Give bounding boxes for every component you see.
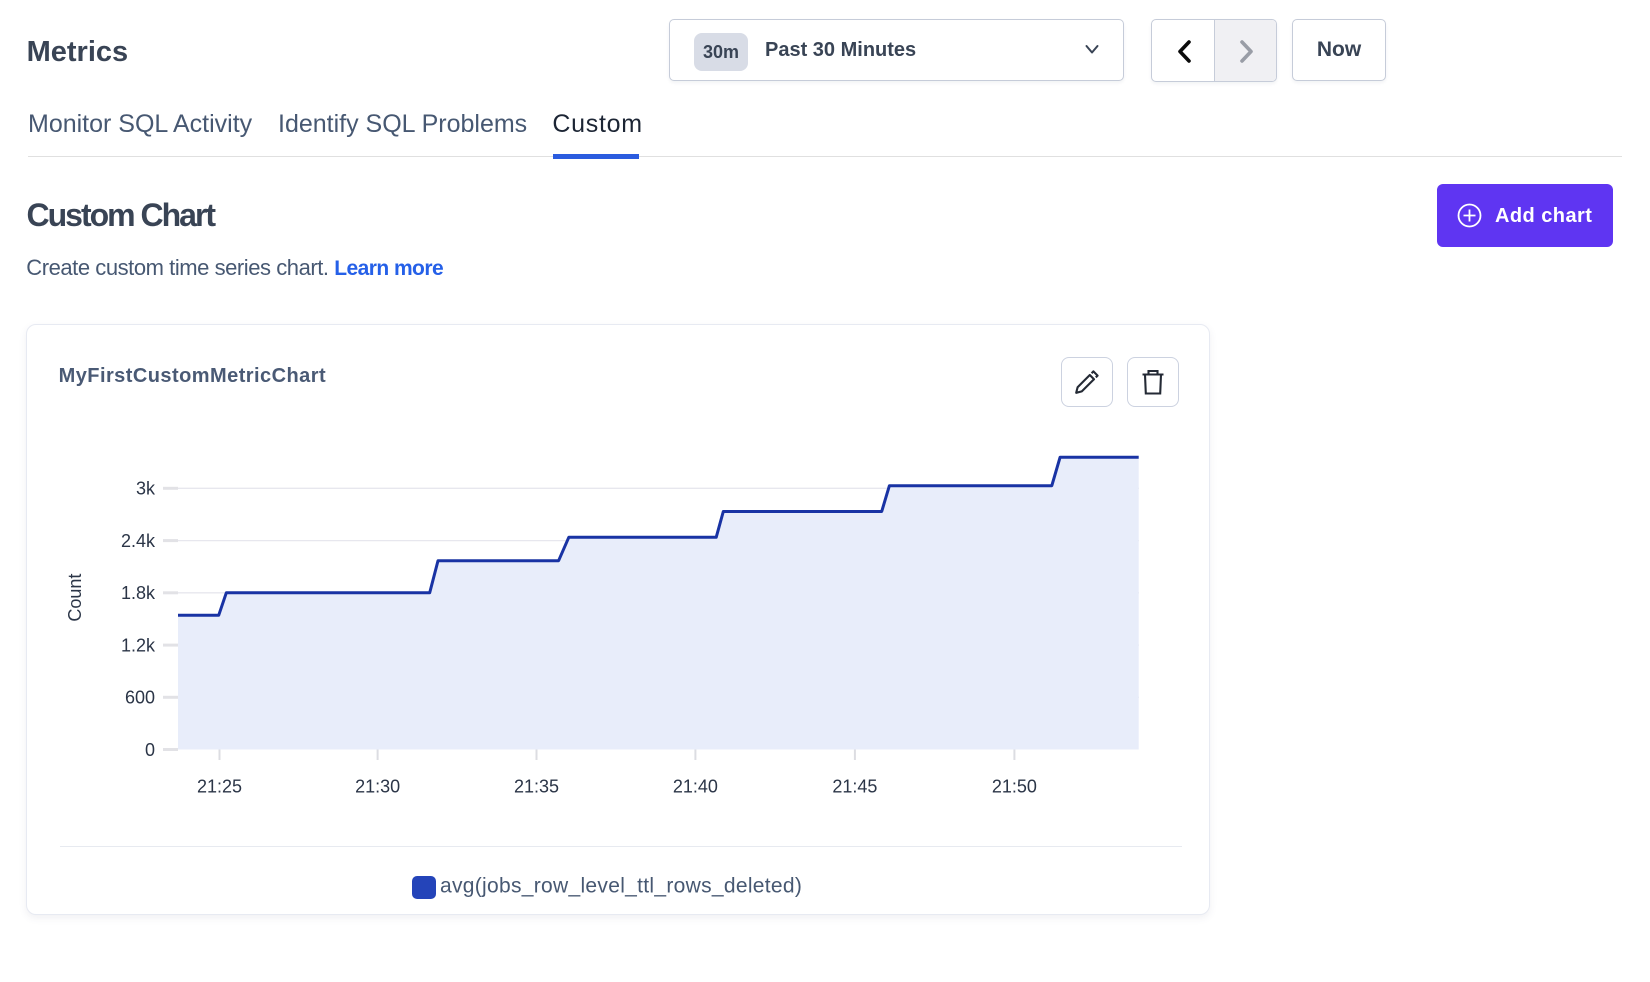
svg-text:3k: 3k bbox=[136, 479, 156, 499]
svg-text:21:45: 21:45 bbox=[832, 776, 877, 796]
svg-text:21:30: 21:30 bbox=[355, 776, 400, 796]
svg-text:21:25: 21:25 bbox=[197, 776, 242, 796]
svg-text:2.4k: 2.4k bbox=[121, 531, 156, 551]
svg-text:21:40: 21:40 bbox=[673, 776, 718, 796]
svg-text:600: 600 bbox=[125, 688, 155, 708]
svg-text:0: 0 bbox=[145, 740, 155, 760]
svg-text:1.8k: 1.8k bbox=[121, 583, 156, 603]
svg-text:21:35: 21:35 bbox=[514, 776, 559, 796]
svg-text:1.2k: 1.2k bbox=[121, 635, 156, 655]
svg-text:21:50: 21:50 bbox=[992, 776, 1037, 796]
svg-text:Count: Count bbox=[65, 574, 85, 622]
